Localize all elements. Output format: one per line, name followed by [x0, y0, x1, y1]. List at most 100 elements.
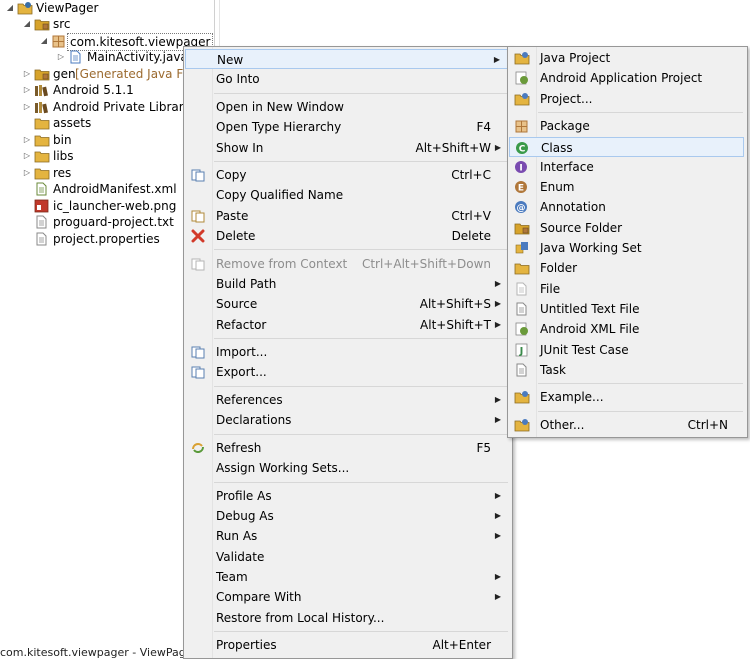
- menu-item-show-in[interactable]: Show In Alt+Shift+W ▶: [185, 138, 509, 158]
- menu-item-android-application-project[interactable]: Android Application Project: [509, 68, 744, 88]
- menu-item-label: Validate: [216, 549, 265, 564]
- copy-icon: [190, 168, 206, 182]
- tree-twisty[interactable]: ▷: [22, 132, 32, 148]
- menu-item-open-in-new-window[interactable]: Open in New Window: [185, 97, 509, 117]
- tree-twisty[interactable]: ▷: [22, 165, 32, 181]
- menu-item-import[interactable]: Import...: [185, 342, 509, 362]
- tree-twisty[interactable]: ▷: [22, 82, 32, 98]
- menu-item-untitled-text-file[interactable]: Untitled Text File: [509, 299, 744, 319]
- tree-twisty[interactable]: ◢: [22, 16, 32, 32]
- menu-item-package[interactable]: Package: [509, 116, 744, 136]
- menu-item-folder[interactable]: Folder: [509, 258, 744, 278]
- tree-item-viewpager[interactable]: ◢ ViewPager: [0, 0, 214, 16]
- menu-item-restore-from-local-history[interactable]: Restore from Local History...: [185, 608, 509, 628]
- tree-item-label: MainActivity.java: [87, 50, 188, 64]
- menu-item-export[interactable]: Export...: [185, 362, 509, 382]
- tree-item-android-private-libraries[interactable]: ▷ Android Private Libraries: [0, 99, 214, 115]
- menu-item-label: Team: [216, 570, 248, 584]
- menu-item-label: Compare With: [216, 590, 302, 605]
- tree-item-res[interactable]: ▷ res: [0, 165, 214, 181]
- menu-item-team[interactable]: Team ▶: [185, 567, 509, 587]
- menu-item-paste[interactable]: Paste Ctrl+V: [185, 206, 509, 226]
- menu-item-assign-working-sets[interactable]: Assign Working Sets...: [185, 458, 509, 478]
- project-wizard-icon: [514, 92, 530, 106]
- menu-item-java-working-set[interactable]: Java Working Set: [509, 238, 744, 258]
- menu-separator: [214, 249, 508, 251]
- menu-item-annotation[interactable]: @ Annotation: [509, 197, 744, 217]
- menu-item-label: Task: [540, 362, 566, 377]
- working-set-icon: [514, 241, 530, 255]
- interface-icon: I: [514, 160, 530, 174]
- menu-item-shortcut: Alt+Enter: [432, 638, 491, 653]
- menu-item-label: Java Project: [540, 51, 611, 65]
- class-icon: C: [515, 141, 531, 155]
- tree-item-label: libs: [53, 149, 74, 163]
- tree-twisty[interactable]: ▷: [22, 66, 32, 82]
- tree-twisty[interactable]: ▷: [22, 148, 32, 164]
- menu-item-debug-as[interactable]: Debug As ▶: [185, 506, 509, 526]
- tree-item-android-5-1-1[interactable]: ▷ Android 5.1.1: [0, 82, 214, 98]
- menu-item-refresh[interactable]: Refresh F5: [185, 438, 509, 458]
- tree-item-androidmanifest-xml[interactable]: AndroidManifest.xml: [0, 181, 214, 197]
- tree-item-bin[interactable]: ▷ bin: [0, 132, 214, 148]
- menu-item-compare-with[interactable]: Compare With ▶: [185, 587, 509, 607]
- menu-item-references[interactable]: References ▶: [185, 390, 509, 410]
- menu-item-project[interactable]: Project...: [509, 89, 744, 109]
- menu-item-properties[interactable]: Properties Alt+Enter: [185, 635, 509, 655]
- tree-item-ic-launcher-web-png[interactable]: ic_launcher-web.png: [0, 198, 214, 214]
- folder-icon: [34, 133, 50, 147]
- menu-item-label: Java Working Set: [540, 241, 642, 255]
- menu-item-source[interactable]: Source Alt+Shift+S ▶: [185, 294, 509, 314]
- tree-item-project-properties[interactable]: project.properties: [0, 231, 214, 247]
- tree-twisty[interactable]: ◢: [5, 0, 15, 16]
- menu-item-example[interactable]: Example...: [509, 387, 744, 407]
- menu-item-validate[interactable]: Validate: [185, 547, 509, 567]
- menu-item-open-type-hierarchy[interactable]: Open Type Hierarchy F4: [185, 117, 509, 137]
- menu-item-other[interactable]: Other... Ctrl+N: [509, 415, 744, 435]
- menu-item-label: Untitled Text File: [540, 301, 640, 316]
- tree-item-gen[interactable]: ▷ gen [Generated Java Files]: [0, 66, 214, 82]
- menu-item-source-folder[interactable]: Source Folder: [509, 218, 744, 238]
- menu-item-class[interactable]: C Class: [509, 136, 744, 157]
- text-file-icon: [34, 215, 48, 229]
- menu-item-junit-test-case[interactable]: J JUnit Test Case: [509, 340, 744, 360]
- menu-item-copy[interactable]: Copy Ctrl+C: [185, 165, 509, 185]
- menu-item-label: Open in New Window: [216, 99, 344, 114]
- source-folder-icon: [514, 221, 530, 235]
- menu-item-enum[interactable]: E Enum: [509, 177, 744, 197]
- menu-item-android-xml-file[interactable]: Android XML File: [509, 319, 744, 339]
- tree-item-proguard-project-txt[interactable]: proguard-project.txt: [0, 214, 214, 230]
- menu-item-declarations[interactable]: Declarations ▶: [185, 410, 509, 430]
- menu-item-refactor[interactable]: Refactor Alt+Shift+T ▶: [185, 315, 509, 335]
- menu-item-run-as[interactable]: Run As ▶: [185, 526, 509, 546]
- tree-twisty[interactable]: ◢: [39, 33, 49, 49]
- tree-item-src[interactable]: ◢ src: [0, 16, 214, 32]
- tree-twisty[interactable]: ▷: [56, 49, 66, 65]
- enum-icon: E: [514, 180, 530, 194]
- menu-item-label: Properties: [216, 638, 277, 653]
- menu-item-task[interactable]: Task: [509, 360, 744, 380]
- folder-icon: [34, 166, 50, 180]
- java-project-icon: [514, 51, 530, 65]
- new-submenu: Java Project Android Application Project P…: [507, 46, 748, 438]
- menu-item-interface[interactable]: I Interface: [509, 157, 744, 177]
- tree-item-com-kitesoft-viewpager[interactable]: ◢ com.kitesoft.viewpager: [0, 33, 214, 51]
- tree-item-libs[interactable]: ▷ libs: [0, 148, 214, 164]
- tree-twisty[interactable]: ▷: [22, 99, 32, 115]
- menu-separator: [214, 433, 508, 435]
- menu-item-copy-qualified-name[interactable]: Copy Qualified Name: [185, 185, 509, 205]
- menu-item-new[interactable]: New ▶: [185, 49, 509, 69]
- menu-item-profile-as[interactable]: Profile As ▶: [185, 486, 509, 506]
- menu-item-build-path[interactable]: Build Path ▶: [185, 274, 509, 294]
- menu-item-file[interactable]: File: [509, 279, 744, 299]
- tree-item-label: project.properties: [53, 232, 160, 246]
- menu-item-shortcut: Delete: [451, 229, 491, 243]
- menu-item-delete[interactable]: Delete Delete: [185, 226, 509, 246]
- tree-item-assets[interactable]: assets: [0, 115, 214, 131]
- menu-item-go-into[interactable]: Go Into: [185, 69, 509, 89]
- tree-item-mainactivity-java[interactable]: ▷ MainActivity.java: [0, 49, 214, 65]
- menu-item-label: Other...: [540, 418, 585, 432]
- menu-item-java-project[interactable]: Java Project: [509, 48, 744, 68]
- menu-item-label: Go Into: [216, 72, 260, 87]
- other-icon: [514, 418, 530, 432]
